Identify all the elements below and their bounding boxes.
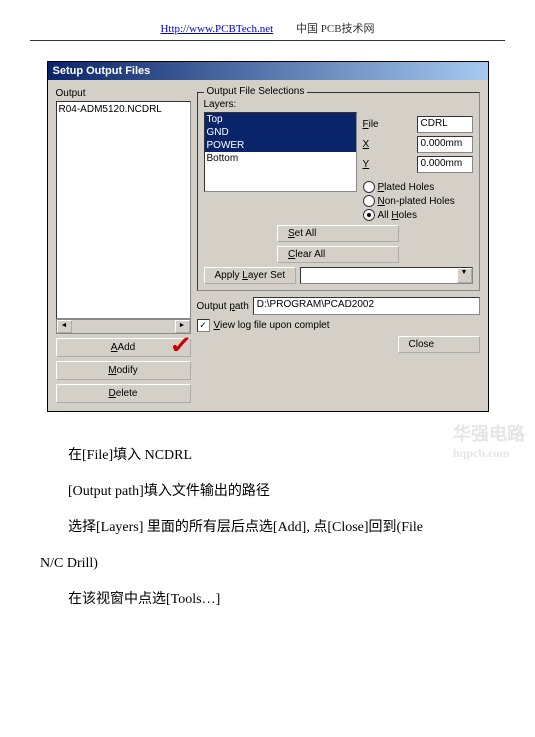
file-input[interactable]: CDRL: [417, 116, 473, 133]
layer-item[interactable]: Bottom: [205, 152, 356, 165]
view-log-checkbox[interactable]: ✓: [197, 319, 210, 332]
y-label: Y: [363, 159, 413, 170]
x-label: X: [363, 139, 413, 150]
output-path-label: Output path: [197, 301, 249, 312]
layer-item[interactable]: POWER: [205, 139, 356, 152]
instruction-line: 在[File]填入 NCDRL: [40, 442, 495, 470]
clear-all-button[interactable]: Clear All: [277, 246, 399, 263]
output-path-input[interactable]: D:\PROGRAM\PCAD2002: [253, 297, 480, 315]
layer-set-dropdown[interactable]: ▼: [300, 267, 472, 284]
file-label: File: [363, 119, 413, 130]
layer-item[interactable]: Top: [205, 113, 356, 126]
modify-button[interactable]: Modify: [56, 361, 191, 380]
close-button[interactable]: Close: [398, 336, 480, 353]
header-link[interactable]: Http://www.PCBTech.net: [160, 23, 273, 35]
output-label: Output: [56, 88, 191, 99]
selections-label: Output File Selections: [204, 86, 308, 97]
output-item[interactable]: R04-ADM5120.NCDRL: [59, 104, 188, 115]
instructions-text: 在[File]填入 NCDRL [Output path]填入文件输出的路径 选…: [40, 442, 495, 614]
output-listbox[interactable]: R04-ADM5120.NCDRL: [56, 101, 191, 319]
header-rule: [30, 40, 505, 41]
plated-holes-radio[interactable]: Plated Holes: [363, 181, 473, 193]
x-input[interactable]: 0.000mm: [417, 136, 473, 153]
layers-label: Layers:: [204, 99, 357, 110]
y-input[interactable]: 0.000mm: [417, 156, 473, 173]
scroll-left-icon[interactable]: ◄: [57, 320, 72, 333]
header-cn: 中国 PCB技术网: [296, 23, 375, 35]
instruction-line: 选择[Layers] 里面的所有层后点选[Add], 点[Close]回到(Fi…: [40, 514, 495, 542]
setup-output-dialog: Setup Output Files Output R04-ADM5120.NC…: [47, 61, 489, 412]
all-holes-radio[interactable]: All Holes: [363, 209, 473, 221]
instruction-line: 在该视窗中点选[Tools…]: [40, 586, 495, 614]
dialog-title: Setup Output Files: [48, 62, 488, 80]
page-header: Http://www.PCBTech.net 中国 PCB技术网: [30, 20, 505, 36]
set-all-button[interactable]: Set All: [277, 225, 399, 242]
delete-button[interactable]: Delete: [56, 384, 191, 403]
nonplated-holes-radio[interactable]: Non-plated Holes: [363, 195, 473, 207]
instruction-line: N/C Drill): [40, 550, 495, 578]
layer-item[interactable]: GND: [205, 126, 356, 139]
apply-layer-set-button[interactable]: Apply Layer Set: [204, 267, 297, 284]
checkmark-annotation: ✓: [168, 331, 192, 360]
selections-fieldset: Output File Selections Layers: Top GND P…: [197, 92, 480, 291]
instruction-line: [Output path]填入文件输出的路径: [40, 478, 495, 506]
view-log-label: View log file upon complet: [214, 320, 330, 331]
layers-listbox[interactable]: Top GND POWER Bottom: [204, 112, 357, 192]
chevron-down-icon[interactable]: ▼: [457, 268, 472, 283]
